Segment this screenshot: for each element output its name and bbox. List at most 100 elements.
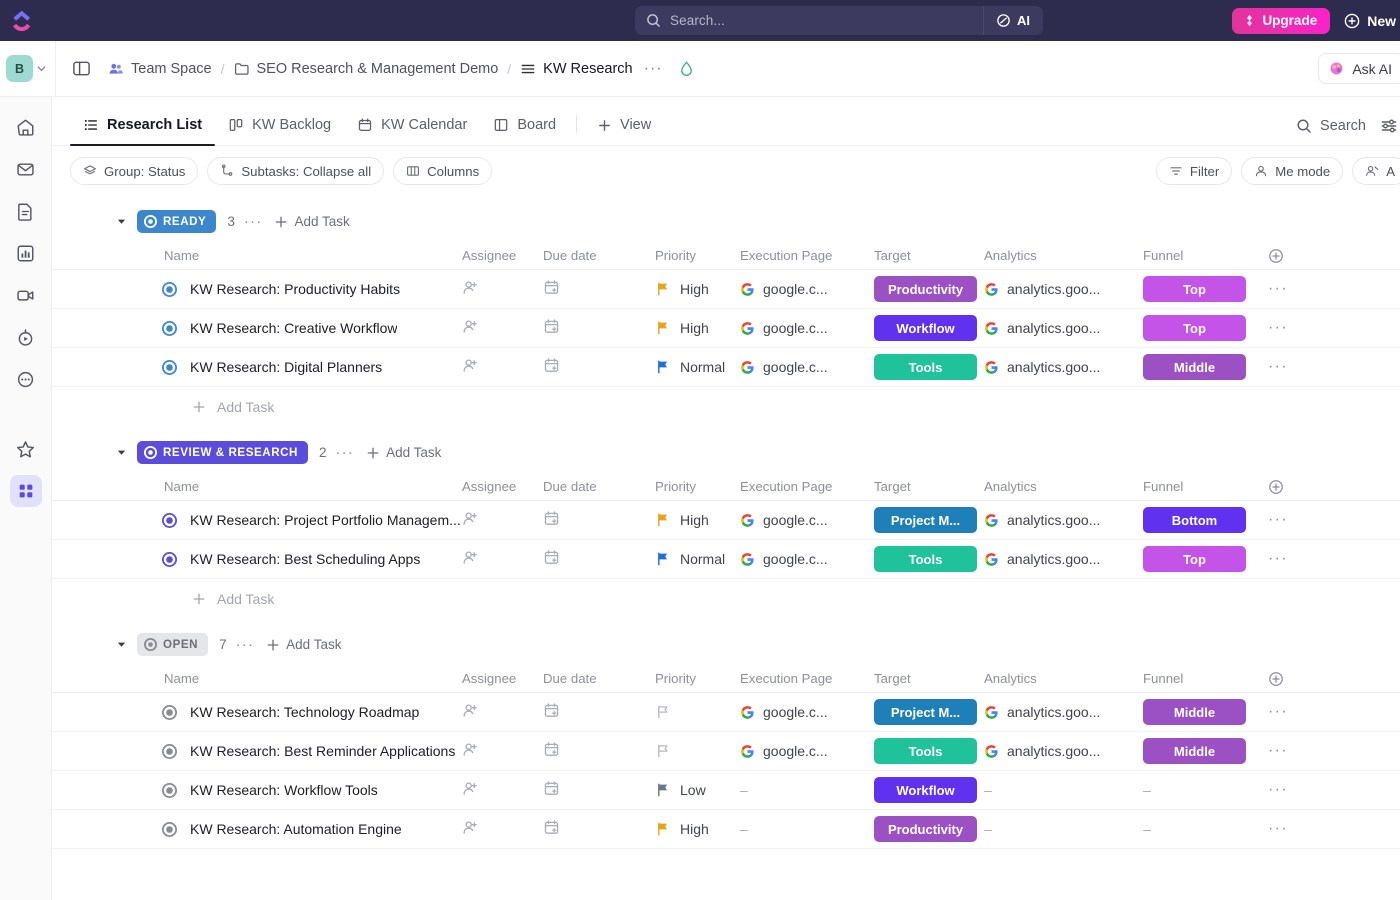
priority-cell[interactable] (655, 743, 740, 759)
priority-cell[interactable]: Normal (655, 551, 740, 567)
table-row[interactable]: KW Research: Best Reminder Applications … (52, 732, 1400, 771)
group-status-badge[interactable]: READY (137, 210, 216, 233)
column-header-target[interactable]: Target (874, 248, 984, 263)
row-menu-button[interactable]: ··· (1268, 703, 1288, 721)
priority-cell[interactable]: High (655, 320, 740, 336)
task-status-circle[interactable] (162, 783, 177, 798)
task-name-cell[interactable]: KW Research: Automation Engine (52, 821, 462, 837)
assignee-cell[interactable] (462, 549, 543, 569)
execution-page-cell[interactable]: google.c... (740, 551, 874, 567)
task-name-cell[interactable]: KW Research: Project Portfolio Managem..… (52, 512, 462, 528)
workspace-avatar[interactable]: B (6, 55, 33, 82)
priority-cell[interactable]: High (655, 821, 740, 837)
task-list-scroll-area[interactable]: READY 3··· Add TaskNameAssigneeDue dateP… (52, 196, 1400, 851)
column-header-priority[interactable]: Priority (655, 479, 740, 494)
column-header-funnel[interactable]: Funnel (1143, 671, 1256, 686)
group-status-badge[interactable]: REVIEW & RESEARCH (137, 441, 308, 464)
assignee-cell[interactable] (462, 741, 543, 761)
add-view-button[interactable]: View (584, 117, 664, 145)
funnel-cell[interactable]: Middle (1143, 738, 1256, 764)
due-date-cell[interactable] (543, 549, 655, 569)
due-date-cell[interactable] (543, 819, 655, 839)
columns-chip[interactable]: Columns (393, 157, 492, 185)
table-row[interactable]: KW Research: Technology Roadmap google.c… (52, 693, 1400, 732)
me-mode-chip[interactable]: Me mode (1241, 157, 1343, 185)
funnel-cell[interactable]: – (1143, 782, 1256, 798)
column-header-name[interactable]: Name (52, 479, 462, 494)
priority-cell[interactable]: Low (655, 782, 740, 798)
column-header-funnel[interactable]: Funnel (1143, 479, 1256, 494)
row-menu-button[interactable]: ··· (1268, 319, 1288, 337)
analytics-cell[interactable]: – (984, 782, 1143, 798)
task-status-circle[interactable] (162, 744, 177, 759)
table-row[interactable]: KW Research: Digital Planners Normal goo… (52, 348, 1400, 387)
execution-page-cell[interactable]: google.c... (740, 281, 874, 297)
column-header-priority[interactable]: Priority (655, 248, 740, 263)
flag-icon[interactable] (655, 281, 671, 297)
target-cell[interactable]: Tools (874, 546, 984, 572)
flag-icon[interactable] (655, 320, 671, 336)
execution-page-cell[interactable]: google.c... (740, 743, 874, 759)
column-header-due-date[interactable]: Due date (543, 671, 655, 686)
execution-page-cell[interactable]: google.c... (740, 512, 874, 528)
task-status-circle[interactable] (144, 638, 157, 651)
droplet-icon[interactable] (678, 60, 695, 77)
task-status-circle[interactable] (144, 446, 157, 459)
view-search-button[interactable]: Search (1296, 118, 1366, 134)
sidebar-item-dashboards[interactable] (10, 237, 42, 269)
table-row[interactable]: KW Research: Productivity Habits High go… (52, 270, 1400, 309)
group-menu-button[interactable]: ··· (236, 636, 255, 653)
row-actions[interactable]: ··· (1256, 781, 1400, 799)
task-name-cell[interactable]: KW Research: Workflow Tools (52, 782, 462, 798)
funnel-cell[interactable]: Top (1143, 546, 1256, 572)
add-column-icon[interactable] (1268, 248, 1284, 264)
target-cell[interactable]: Project M... (874, 699, 984, 725)
table-row[interactable]: KW Research: Workflow Tools Low – Workfl… (52, 771, 1400, 810)
assignee-cell[interactable] (462, 318, 543, 338)
add-column-icon[interactable] (1268, 671, 1284, 687)
chevron-down-icon[interactable] (116, 639, 127, 650)
task-status-circle[interactable] (162, 513, 177, 528)
group-menu-button[interactable]: ··· (244, 213, 263, 230)
group-collapse-toggle[interactable] (114, 638, 128, 652)
sidebar-item-docs[interactable] (10, 195, 42, 227)
funnel-cell[interactable]: Top (1143, 276, 1256, 302)
task-name-cell[interactable]: KW Research: Productivity Habits (52, 281, 462, 297)
row-menu-button[interactable]: ··· (1268, 358, 1288, 376)
analytics-cell[interactable]: analytics.goo... (984, 743, 1143, 759)
priority-cell[interactable]: High (655, 281, 740, 297)
due-date-cell[interactable] (543, 510, 655, 530)
flag-icon[interactable] (655, 743, 671, 759)
tab-kw-calendar[interactable]: KW Calendar (344, 117, 480, 145)
priority-cell[interactable] (655, 704, 740, 720)
assignee-chip[interactable]: A (1352, 157, 1400, 185)
subtasks-chip[interactable]: Subtasks: Collapse all (207, 157, 384, 185)
analytics-cell[interactable]: analytics.goo... (984, 320, 1143, 336)
filter-chip[interactable]: Filter (1156, 157, 1232, 185)
column-header-due-date[interactable]: Due date (543, 479, 655, 494)
tab-kw-backlog[interactable]: KW Backlog (215, 117, 344, 145)
sidebar-item-favorites[interactable] (10, 433, 42, 465)
tab-research-list[interactable]: Research List (70, 117, 215, 145)
task-name-cell[interactable]: KW Research: Technology Roadmap (52, 704, 462, 720)
execution-page-cell[interactable]: – (740, 782, 874, 798)
workspace-switcher[interactable]: B (0, 41, 56, 97)
target-cell[interactable]: Productivity (874, 276, 984, 302)
sidebar-item-timesheets[interactable] (10, 321, 42, 353)
row-actions[interactable]: ··· (1256, 820, 1400, 838)
assignee-cell[interactable] (462, 819, 543, 839)
flag-icon[interactable] (655, 782, 671, 798)
row-actions[interactable]: ··· (1256, 703, 1400, 721)
row-menu-button[interactable]: ··· (1268, 550, 1288, 568)
chevron-down-icon[interactable] (116, 216, 127, 227)
priority-cell[interactable]: Normal (655, 359, 740, 375)
funnel-cell[interactable]: Middle (1143, 354, 1256, 380)
execution-page-cell[interactable]: google.c... (740, 359, 874, 375)
group-collapse-toggle[interactable] (114, 446, 128, 460)
flag-icon[interactable] (655, 512, 671, 528)
task-status-circle[interactable] (162, 822, 177, 837)
table-row[interactable]: KW Research: Project Portfolio Managem..… (52, 501, 1400, 540)
row-actions[interactable]: ··· (1256, 742, 1400, 760)
due-date-cell[interactable] (543, 279, 655, 299)
ai-button[interactable]: AI (983, 6, 1043, 35)
